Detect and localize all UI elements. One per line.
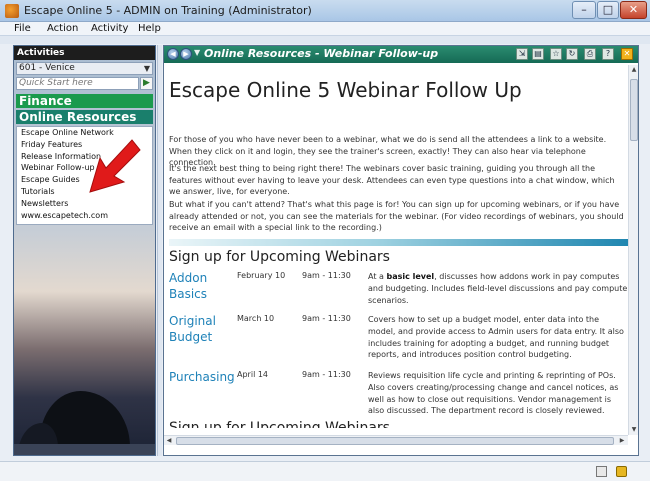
scroll-up-icon[interactable]: ▲: [629, 65, 639, 75]
app-icon: [5, 4, 19, 18]
horizontal-scroll-thumb[interactable]: [176, 437, 614, 445]
webinar-description: Covers how to set up a budget model, ent…: [368, 315, 624, 360]
panel-splitter[interactable]: [157, 45, 162, 456]
webinar-date: February 10: [237, 271, 286, 280]
activities-header: Activities: [14, 46, 155, 60]
menu-activity[interactable]: Activity: [91, 22, 128, 36]
title-bar: Escape Online 5 - ADMIN on Training (Adm…: [0, 0, 650, 22]
webinar-time: 9am - 11:30: [302, 370, 351, 379]
document-icon[interactable]: ▤: [532, 48, 544, 60]
content-header: ◀ ▶ ▼ Online Resources - Webinar Follow-…: [164, 46, 638, 63]
webinar-time: 9am - 11:30: [302, 314, 351, 323]
horizontal-scrollbar[interactable]: ◀ ▶: [164, 435, 628, 445]
section-finance[interactable]: Finance: [16, 94, 153, 108]
signup-heading-repeat: Sign up for Upcoming Webinars: [169, 420, 390, 428]
section-online-resources[interactable]: Online Resources: [16, 110, 153, 124]
resource-escapetech-link[interactable]: www.escapetech.com: [17, 210, 152, 222]
quick-start-go-icon[interactable]: ▶: [140, 77, 153, 90]
toolbar: [0, 36, 650, 44]
vertical-scrollbar[interactable]: ▲ ▼: [628, 65, 638, 435]
close-panel-icon[interactable]: ✕: [621, 48, 633, 60]
vertical-scroll-thumb[interactable]: [630, 79, 638, 141]
red-arrow-icon: [89, 139, 141, 193]
forward-icon[interactable]: ▶: [180, 48, 192, 60]
menu-help[interactable]: Help: [138, 22, 161, 36]
close-button[interactable]: ✕: [620, 1, 647, 19]
content-header-title: Online Resources - Webinar Follow-up: [204, 47, 439, 60]
activities-panel: Activities 601 - Venice ▼ Quick Start he…: [13, 45, 156, 456]
section-divider: [169, 239, 628, 246]
intro-paragraph-2: It's the next best thing to being right …: [169, 164, 615, 196]
scroll-right-icon[interactable]: ▶: [617, 436, 627, 446]
webinar-document: Escape Online 5 Webinar Follow Up For th…: [169, 66, 628, 428]
webinar-link-original-budget[interactable]: Original Budget: [169, 313, 231, 345]
minimize-button[interactable]: –: [572, 1, 596, 19]
help-icon[interactable]: ?: [602, 48, 614, 60]
webinar-description: Reviews requisition life cycle and print…: [368, 371, 619, 416]
resource-newsletters[interactable]: Newsletters: [17, 198, 152, 210]
quick-start-input[interactable]: Quick Start here: [16, 77, 139, 90]
webinar-link-purchasing[interactable]: Purchasing: [169, 369, 235, 385]
webinar-date: March 10: [237, 314, 275, 323]
refresh-icon[interactable]: ↻: [566, 48, 578, 60]
webinar-link-addon-basics[interactable]: Addon Basics: [169, 270, 231, 302]
window-title: Escape Online 5 - ADMIN on Training (Adm…: [24, 4, 312, 17]
webinar-time: 9am - 11:30: [302, 271, 351, 280]
background-water: [14, 444, 155, 455]
scroll-down-icon[interactable]: ▼: [629, 425, 639, 435]
menu-file[interactable]: File: [14, 22, 31, 36]
maximize-button[interactable]: □: [597, 1, 619, 19]
status-bar: [0, 461, 650, 481]
menu-action[interactable]: Action: [47, 22, 78, 36]
export-icon[interactable]: ⇲: [516, 48, 528, 60]
lock-icon[interactable]: [616, 466, 627, 477]
scroll-left-icon[interactable]: ◀: [164, 436, 174, 446]
back-icon[interactable]: ◀: [167, 48, 179, 60]
history-dropdown-icon[interactable]: ▼: [194, 48, 200, 57]
webinar-date: April 14: [237, 370, 269, 379]
menu-bar: File Action Activity Help: [0, 22, 650, 36]
print-icon[interactable]: ⎙: [584, 48, 596, 60]
signup-heading: Sign up for Upcoming Webinars: [169, 249, 390, 265]
chevron-down-icon: ▼: [143, 64, 150, 73]
webinar-description: At a basic level, discusses how addons w…: [368, 272, 628, 305]
site-select[interactable]: 601 - Venice ▼: [16, 62, 153, 75]
page-title: Escape Online 5 Webinar Follow Up: [169, 78, 522, 102]
favorite-icon[interactable]: ☆: [550, 48, 562, 60]
content-panel: ◀ ▶ ▼ Online Resources - Webinar Follow-…: [163, 45, 639, 456]
site-select-value: 601 - Venice: [19, 63, 75, 73]
mail-icon[interactable]: [596, 466, 607, 477]
intro-paragraph-3: But what if you can't attend? That's wha…: [169, 200, 624, 232]
